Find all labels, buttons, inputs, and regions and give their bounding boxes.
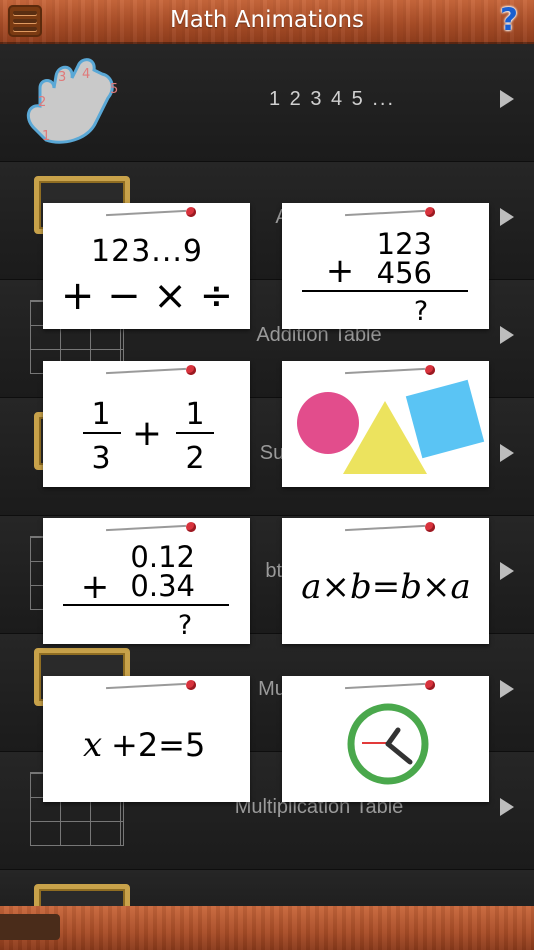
finger-1: 1 xyxy=(42,129,50,144)
chevron-right-icon xyxy=(500,326,514,344)
finger-3: 3 xyxy=(58,70,66,85)
list-item[interactable]: 1 2 3 4 5 1 2 3 4 5 ... xyxy=(0,44,534,162)
numerator-2: 1 xyxy=(185,397,204,432)
numbers-text: 123...9 xyxy=(91,234,203,269)
chevron-right-icon xyxy=(500,562,514,580)
card-numbers[interactable]: 123...9 + − × ÷ xyxy=(43,203,250,329)
plus-sign: + xyxy=(132,413,162,454)
equation-rest: +2=5 xyxy=(111,726,205,764)
addend-b: 456 xyxy=(377,256,432,290)
variable-x: x xyxy=(83,725,102,765)
card-equation[interactable]: x +2=5 xyxy=(43,676,250,802)
plus-sign: + xyxy=(326,251,355,291)
card-clock[interactable] xyxy=(282,676,489,802)
card-column-addition[interactable]: 123 + 456 ? xyxy=(282,203,489,329)
denominator-2: 2 xyxy=(185,441,204,476)
list-item-label: 1 2 3 4 5 ... xyxy=(268,88,396,110)
chevron-right-icon xyxy=(500,90,514,108)
addend-b: 0.34 xyxy=(130,569,195,603)
header-bar: Math Animations ? xyxy=(0,0,534,44)
circle-shape xyxy=(297,392,359,454)
card-fractions[interactable]: 1 3 + 1 2 xyxy=(43,361,250,487)
card-shapes[interactable] xyxy=(282,361,489,487)
page-title: Math Animations xyxy=(169,7,365,33)
help-icon[interactable]: ? xyxy=(494,3,524,37)
chevron-right-icon xyxy=(500,208,514,226)
plus-sign: + xyxy=(81,567,110,607)
footer-bar xyxy=(0,906,534,950)
finger-4: 4 xyxy=(82,67,90,82)
denominator-1: 3 xyxy=(91,441,110,476)
numerator-1: 1 xyxy=(91,397,110,432)
question-mark: ? xyxy=(178,610,192,641)
chevron-right-icon xyxy=(500,444,514,462)
chevron-right-icon xyxy=(500,798,514,816)
square-shape xyxy=(405,379,485,459)
question-mark: ? xyxy=(414,296,428,327)
commutative-expression: a×b=b×a xyxy=(301,567,471,607)
card-commutative[interactable]: a×b=b×a xyxy=(282,518,489,644)
footer-tab[interactable] xyxy=(0,914,60,940)
chevron-right-icon xyxy=(500,680,514,698)
operators-text: + − × ÷ xyxy=(61,273,233,319)
card-decimal-addition[interactable]: 0.12 + 0.34 ? xyxy=(43,518,250,644)
